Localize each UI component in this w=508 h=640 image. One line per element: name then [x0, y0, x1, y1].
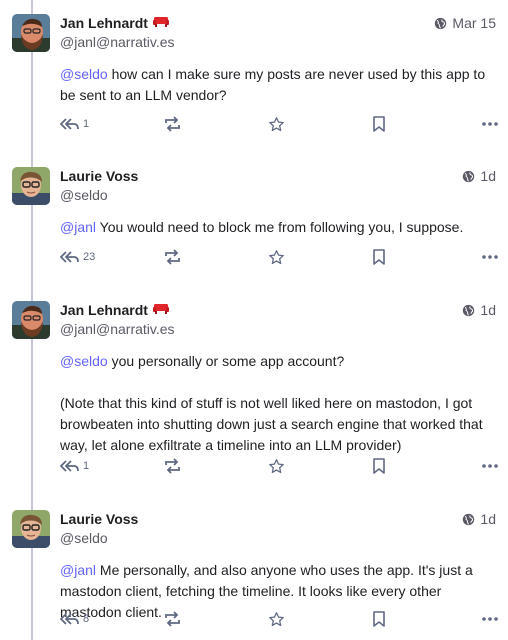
reply-button[interactable]: 1	[60, 456, 89, 476]
star-icon	[269, 249, 284, 264]
avatar[interactable]	[12, 14, 50, 52]
globe-icon	[435, 17, 447, 29]
handle[interactable]: @seldo	[60, 187, 108, 203]
post-content: @seldo you personally or some app accoun…	[60, 351, 500, 456]
bookmark-icon	[373, 249, 385, 265]
bookmark-icon	[373, 611, 385, 627]
boost-button[interactable]	[164, 456, 181, 476]
post-actions: 1	[60, 114, 498, 134]
star-icon	[269, 116, 284, 131]
mention-link[interactable]: @janl	[60, 562, 96, 578]
boost-icon	[165, 249, 180, 265]
post-text: how can I make sure my posts are never u…	[60, 66, 486, 103]
reply-count: 1	[83, 118, 90, 130]
avatar[interactable]	[12, 301, 50, 339]
post-time[interactable]: 1d	[462, 301, 496, 319]
globe-icon	[463, 304, 475, 316]
star-icon	[269, 458, 284, 473]
more-button[interactable]	[482, 247, 498, 267]
reply-all-icon	[60, 118, 79, 130]
boost-button[interactable]	[164, 114, 181, 134]
post-content: @seldo how can I make sure my posts are …	[60, 64, 500, 106]
favourite-button[interactable]	[268, 609, 285, 629]
time-label: Mar 15	[452, 15, 496, 31]
globe-icon	[463, 170, 475, 182]
time-label: 1d	[480, 302, 496, 318]
avatar[interactable]	[12, 167, 50, 205]
star-icon	[269, 611, 284, 626]
reply-button[interactable]: 23	[60, 247, 95, 267]
more-icon	[482, 255, 498, 259]
bookmark-button[interactable]	[373, 456, 385, 476]
post-content: @janl You would need to block me from fo…	[60, 217, 500, 238]
bookmark-icon	[373, 458, 385, 474]
post-time[interactable]: 1d	[462, 167, 496, 185]
boost-button[interactable]	[164, 247, 181, 267]
reply-count: 23	[83, 251, 96, 263]
post-actions: 23	[60, 247, 498, 267]
display-name[interactable]: Jan Lehnardt	[60, 15, 148, 31]
post-time[interactable]: 1d	[462, 510, 496, 528]
globe-icon	[463, 513, 475, 525]
favourite-button[interactable]	[268, 456, 285, 476]
bookmark-icon	[373, 116, 385, 132]
handle[interactable]: @janl@narrativ.es	[60, 321, 175, 337]
bookmark-button[interactable]	[373, 609, 385, 629]
boost-icon	[165, 458, 180, 474]
post-text: (Note that this kind of stuff is not wel…	[60, 395, 483, 453]
reply-button[interactable]: 8	[60, 609, 89, 629]
reply-all-icon	[60, 251, 79, 263]
post-text: you personally or some app account?	[111, 353, 345, 369]
reply-all-icon	[60, 460, 79, 472]
bookmark-button[interactable]	[373, 247, 385, 267]
reply-button[interactable]: 1	[60, 114, 89, 134]
boost-button[interactable]	[164, 609, 181, 629]
reply-all-icon	[60, 613, 79, 625]
more-button[interactable]	[482, 456, 498, 476]
more-icon	[482, 617, 498, 621]
handle[interactable]: @janl@narrativ.es	[60, 34, 175, 50]
more-icon	[482, 122, 498, 126]
handle[interactable]: @seldo	[60, 530, 108, 546]
more-button[interactable]	[482, 609, 498, 629]
reply-count: 1	[83, 460, 90, 472]
time-label: 1d	[480, 168, 496, 184]
favourite-button[interactable]	[268, 247, 285, 267]
more-icon	[482, 464, 498, 468]
display-name[interactable]: Laurie Voss	[60, 511, 138, 527]
mention-link[interactable]: @seldo	[60, 353, 108, 369]
display-name[interactable]: Jan Lehnardt	[60, 302, 148, 318]
couch-icon	[152, 301, 169, 319]
reply-count: 8	[83, 613, 90, 625]
post-actions: 1	[60, 456, 498, 476]
post-actions: 8	[60, 609, 498, 629]
couch-icon	[152, 14, 169, 32]
post-time[interactable]: Mar 15	[434, 14, 496, 32]
display-name[interactable]: Laurie Voss	[60, 168, 138, 184]
time-label: 1d	[480, 511, 496, 527]
mention-link[interactable]: @seldo	[60, 66, 108, 82]
boost-icon	[165, 116, 180, 132]
mention-link[interactable]: @janl	[60, 219, 96, 235]
post-text: You would need to block me from followin…	[99, 219, 464, 235]
avatar[interactable]	[12, 510, 50, 548]
more-button[interactable]	[482, 114, 498, 134]
bookmark-button[interactable]	[373, 114, 385, 134]
boost-icon	[165, 611, 180, 627]
favourite-button[interactable]	[268, 114, 285, 134]
